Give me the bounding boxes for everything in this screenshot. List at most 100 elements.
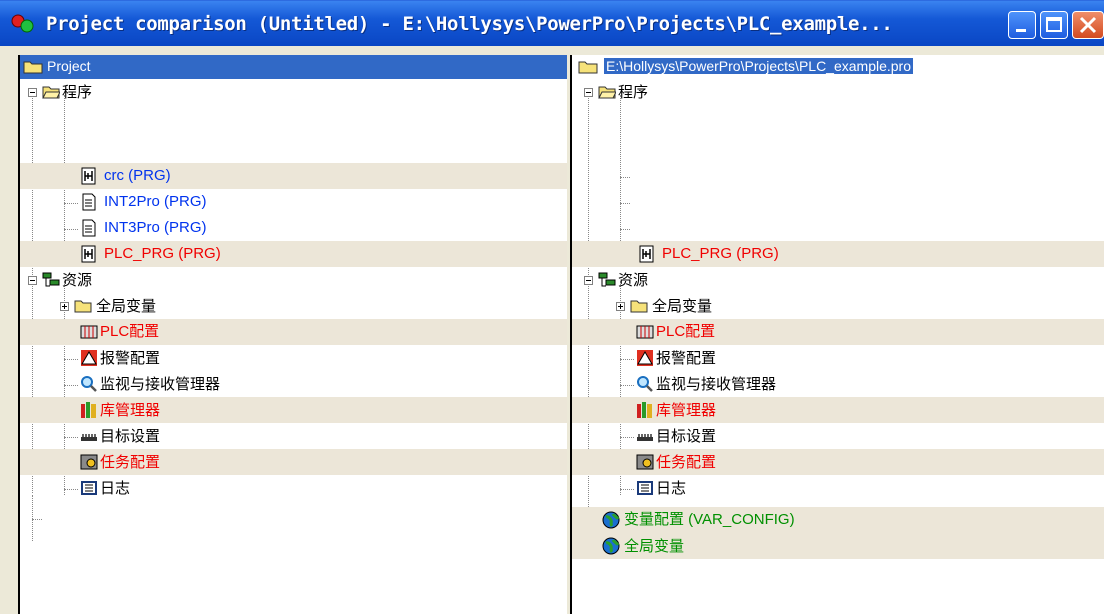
tree-node-global-vars-new[interactable]: 全局变量 bbox=[572, 533, 1104, 559]
magnifier-icon bbox=[637, 376, 653, 392]
tree-node-label: 全局变量 bbox=[96, 297, 157, 315]
library-icon bbox=[81, 402, 96, 418]
tree-node-label: 变量配置 (VAR_CONFIG) bbox=[624, 511, 795, 528]
folder-icon bbox=[23, 61, 43, 74]
tree-node-label: PLC_PRG (PRG) bbox=[662, 245, 779, 262]
tree-node-task-config[interactable]: 任务配置 bbox=[572, 449, 1104, 475]
minimize-icon bbox=[1016, 29, 1026, 32]
tree-node-programs[interactable]: 程序 bbox=[572, 79, 1104, 105]
tree-node-resources[interactable]: 资源 bbox=[20, 267, 567, 293]
tree-node-plc-config[interactable]: PLC配置 bbox=[20, 319, 567, 345]
plc-config-icon bbox=[636, 325, 654, 339]
task-config-icon bbox=[636, 454, 654, 470]
collapse-toggle[interactable] bbox=[28, 276, 37, 285]
tree-node-label: 程序 bbox=[62, 83, 93, 101]
document-icon bbox=[82, 219, 96, 237]
folder-open-icon bbox=[598, 86, 616, 99]
expand-toggle[interactable] bbox=[60, 302, 69, 311]
tree-node-crc[interactable]: crc (PRG) bbox=[20, 163, 567, 189]
tree-node-label: PLC配置 bbox=[656, 323, 716, 340]
task-config-icon bbox=[80, 454, 98, 470]
tree-node-int3pro[interactable]: INT3Pro (PRG) bbox=[20, 215, 567, 241]
tree-node-label: 资源 bbox=[618, 271, 649, 289]
folder-open-icon bbox=[42, 86, 60, 99]
target-settings-icon bbox=[81, 434, 97, 441]
minimize-button[interactable] bbox=[1008, 11, 1036, 39]
tree-node-target-settings[interactable]: 目标设置 bbox=[572, 423, 1104, 449]
tree-node-label: 目标设置 bbox=[100, 427, 161, 445]
tree-node-monitor-manager[interactable]: 监视与接收管理器 bbox=[20, 371, 567, 397]
window-title-bar[interactable]: Project comparison (Untitled) - E:\Holly… bbox=[0, 0, 1104, 46]
tree-node-label: 全局变量 bbox=[652, 297, 713, 315]
ladder-program-icon bbox=[639, 245, 654, 263]
globe-icon bbox=[602, 537, 620, 555]
tree-node-global-vars[interactable]: 全局变量 bbox=[572, 293, 1104, 319]
tree-node-task-config[interactable]: 任务配置 bbox=[20, 449, 567, 475]
right-tree-header-label: E:\Hollysys\PowerPro\Projects\PLC_exampl… bbox=[604, 58, 914, 74]
tree-node-label: 监视与接收管理器 bbox=[656, 375, 777, 393]
alarm-icon bbox=[81, 350, 97, 366]
tree-node-label: 报警配置 bbox=[656, 349, 717, 367]
log-book-icon bbox=[637, 481, 653, 495]
ladder-program-icon bbox=[81, 245, 96, 263]
plc-config-icon bbox=[80, 325, 98, 339]
tree-node-label: 资源 bbox=[62, 271, 93, 289]
folder-icon bbox=[630, 300, 648, 313]
tree-node-library-manager[interactable]: 库管理器 bbox=[572, 397, 1104, 423]
tree-node-label: PLC配置 bbox=[100, 323, 160, 340]
tree-node-label: crc (PRG) bbox=[104, 167, 171, 184]
left-tree-header[interactable]: Project bbox=[20, 55, 567, 79]
left-tree-header-label: Project bbox=[47, 58, 91, 74]
collapse-toggle[interactable] bbox=[28, 88, 37, 97]
collapse-toggle[interactable] bbox=[584, 88, 593, 97]
maximize-button[interactable] bbox=[1040, 11, 1068, 39]
tree-node-label: 目标设置 bbox=[656, 427, 717, 445]
tree-node-log[interactable]: 日志 bbox=[20, 475, 567, 501]
resources-icon bbox=[42, 272, 60, 287]
library-icon bbox=[637, 402, 652, 418]
tree-node-programs[interactable]: 程序 bbox=[20, 79, 567, 105]
tree-node-alarm-config[interactable]: 报警配置 bbox=[572, 345, 1104, 371]
tree-node-plc-prg[interactable]: PLC_PRG (PRG) bbox=[572, 241, 1104, 267]
globe-icon bbox=[602, 511, 620, 529]
project-compare-icon bbox=[11, 14, 34, 33]
tree-node-resources[interactable]: 资源 bbox=[572, 267, 1104, 293]
folder-icon bbox=[578, 61, 598, 74]
resources-icon bbox=[598, 272, 616, 287]
close-button[interactable] bbox=[1072, 11, 1104, 39]
tree-node-label: 库管理器 bbox=[100, 401, 161, 419]
tree-node-label: 全局变量 bbox=[624, 537, 685, 555]
tree-node-var-config[interactable]: 变量配置 (VAR_CONFIG) bbox=[572, 507, 1104, 533]
tree-node-library-manager[interactable]: 库管理器 bbox=[20, 397, 567, 423]
magnifier-icon bbox=[81, 376, 97, 392]
tree-node-label: 任务配置 bbox=[100, 453, 161, 471]
right-tree-header[interactable]: E:\Hollysys\PowerPro\Projects\PLC_exampl… bbox=[572, 55, 1104, 79]
target-settings-icon bbox=[637, 434, 653, 441]
collapse-toggle[interactable] bbox=[584, 276, 593, 285]
tree-node-monitor-manager[interactable]: 监视与接收管理器 bbox=[572, 371, 1104, 397]
close-icon bbox=[1079, 16, 1097, 34]
alarm-icon bbox=[637, 350, 653, 366]
tree-node-plc-config[interactable]: PLC配置 bbox=[572, 319, 1104, 345]
log-book-icon bbox=[81, 481, 97, 495]
tree-node-label: INT3Pro (PRG) bbox=[104, 219, 207, 236]
tree-node-plc-prg[interactable]: PLC_PRG (PRG) bbox=[20, 241, 567, 267]
tree-node-target-settings[interactable]: 目标设置 bbox=[20, 423, 567, 449]
tree-node-label: 日志 bbox=[100, 479, 131, 497]
tree-node-alarm-config[interactable]: 报警配置 bbox=[20, 345, 567, 371]
tree-node-label: 任务配置 bbox=[656, 453, 717, 471]
tree-node-global-vars[interactable]: 全局变量 bbox=[20, 293, 567, 319]
tree-node-label: 监视与接收管理器 bbox=[100, 375, 221, 393]
document-icon bbox=[82, 193, 96, 211]
left-project-tree[interactable]: Project 程序 crc (PRG) INT2Pro (PRG) INT3P… bbox=[18, 55, 567, 614]
right-project-tree[interactable]: E:\Hollysys\PowerPro\Projects\PLC_exampl… bbox=[570, 55, 1104, 614]
ladder-program-icon bbox=[81, 167, 96, 185]
tree-node-int2pro[interactable]: INT2Pro (PRG) bbox=[20, 189, 567, 215]
window-title: Project comparison (Untitled) - E:\Holly… bbox=[46, 13, 893, 35]
tree-node-label: PLC_PRG (PRG) bbox=[104, 245, 221, 262]
tree-node-label: 库管理器 bbox=[656, 401, 717, 419]
tree-node-label: 日志 bbox=[656, 479, 687, 497]
tree-node-log[interactable]: 日志 bbox=[572, 475, 1104, 501]
expand-toggle[interactable] bbox=[616, 302, 625, 311]
maximize-icon bbox=[1046, 17, 1062, 32]
